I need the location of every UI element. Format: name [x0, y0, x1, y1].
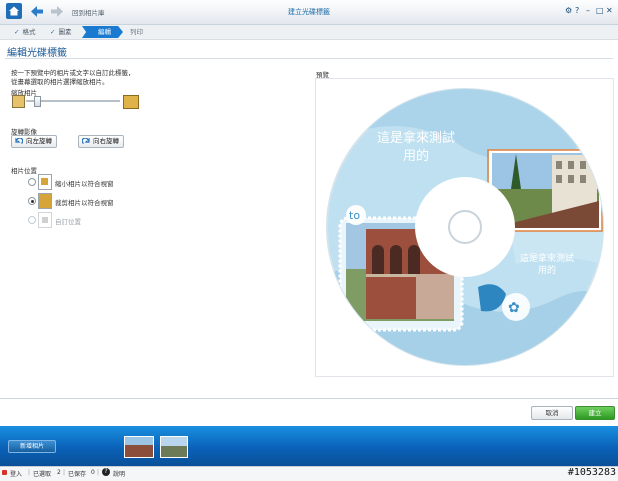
radio-crop-to-fit[interactable] [28, 197, 36, 205]
radio-custom-position[interactable] [28, 216, 36, 224]
rotate-left-button[interactable]: 向左旋轉 [11, 135, 57, 148]
disc-text-top-line1[interactable]: 這是拿來測試 [377, 130, 455, 146]
rotate-right-icon [82, 138, 90, 144]
step-edit[interactable]: 編輯 [82, 26, 123, 38]
step-tabs: ✓ 格式 ✓ 圖素 編輯 列印 [0, 25, 618, 40]
separator: | [63, 469, 66, 476]
sign-in-link[interactable]: 登入 [10, 469, 22, 478]
watermark: #1053283 [567, 467, 616, 478]
option-crop-label: 裁剪相片以符合視窗 [55, 199, 114, 207]
rotate-right-button[interactable]: 向右旋轉 [78, 135, 124, 148]
checkmark-icon: ✓ [14, 28, 20, 36]
custom-position-icon [38, 212, 52, 228]
window-title: 建立光碟標籤 [288, 8, 330, 16]
help-circle-icon[interactable]: ? [102, 468, 110, 476]
divider [5, 58, 613, 59]
saved-count: 0 [91, 469, 95, 476]
page-title: 編輯光碟標籤 [7, 48, 67, 59]
radio-shrink-to-fit[interactable] [28, 178, 36, 186]
rotate-left-icon [15, 138, 23, 144]
preview-panel: to ✿ 這是拿來測試 用的 這是拿來測試 用的 [315, 78, 614, 377]
step-format[interactable]: ✓ 格式 [14, 26, 35, 38]
create-button[interactable]: 建立 [575, 406, 615, 420]
separator: | [97, 469, 100, 476]
option-shrink-label: 縮小相片以符合視窗 [55, 180, 114, 188]
zoom-out-image-icon [12, 95, 25, 108]
minimize-button[interactable]: – [586, 6, 590, 15]
help-link[interactable]: 說明 [113, 469, 125, 478]
shrink-fit-icon [38, 174, 52, 190]
help-icon[interactable]: ? [575, 6, 579, 15]
separator: | [28, 469, 31, 476]
svg-text:to: to [349, 209, 360, 222]
cancel-button[interactable]: 取消 [531, 406, 573, 420]
zoom-slider-thumb[interactable] [34, 96, 42, 107]
selected-label: 已選取 [33, 471, 52, 478]
tray-thumbnail[interactable] [124, 436, 154, 458]
step-graphics[interactable]: ✓ 圖素 [50, 26, 71, 38]
checkmark-icon: ✓ [50, 28, 56, 36]
disc-hole [448, 210, 482, 244]
disc-preview[interactable]: to ✿ 這是拿來測試 用的 這是拿來測試 用的 [316, 79, 613, 376]
close-button[interactable]: ✕ [606, 6, 613, 15]
selected-count: 2 [57, 469, 61, 476]
option-custom-label: 自訂位置 [55, 218, 81, 226]
disc-text-right-line2[interactable]: 用的 [538, 264, 556, 276]
zoom-in-image-icon [123, 95, 139, 109]
flag-icon [2, 470, 7, 475]
step-print[interactable]: 列印 [130, 26, 143, 38]
crop-fit-icon [38, 193, 52, 209]
disc-text-right-line1[interactable]: 這是拿來測試 [520, 252, 574, 264]
settings-icon[interactable]: ⚙ [565, 6, 572, 15]
add-photos-button[interactable]: 新增相片 [8, 440, 56, 453]
svg-text:✿: ✿ [508, 300, 520, 316]
divider [0, 398, 618, 399]
status-bar: 登入 | 已選取 2 | 已保存 0 | ? 說明 [0, 466, 618, 481]
disc-text-top-line2[interactable]: 用的 [403, 148, 429, 164]
instruction-line-2: 從畫幕選取的相片選擇縮放相片。 [11, 78, 109, 86]
maximize-button[interactable]: □ [596, 6, 604, 15]
saved-label: 已保存 [68, 471, 87, 478]
title-bar: 回到相片庫 建立光碟標籤 ⚙ ? – □ ✕ [0, 0, 618, 25]
position-label: 相片位置 [11, 167, 37, 175]
tray-thumbnail[interactable] [160, 436, 188, 458]
photo-tray [0, 426, 618, 466]
